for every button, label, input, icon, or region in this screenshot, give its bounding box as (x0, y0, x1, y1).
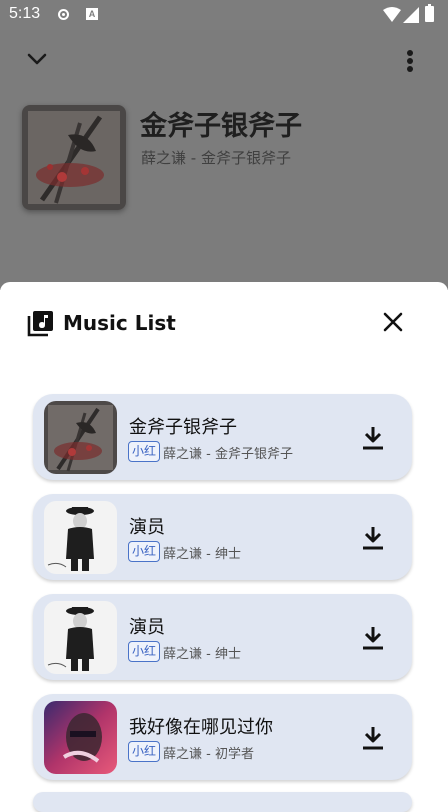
a-notification-icon: A (86, 8, 98, 20)
song-artist: 薛之谦 - 金斧子银斧子 (163, 447, 293, 462)
chevron-down-icon[interactable] (26, 50, 48, 68)
download-icon[interactable] (361, 425, 385, 451)
status-time: 5:13 (9, 5, 41, 22)
song-artist: 薛之谦 - 绅士 (163, 547, 241, 562)
song-artist: 薛之谦 - 初学者 (163, 747, 254, 762)
album-cover (22, 105, 126, 210)
song-subtitle: 薛之谦 - 金斧子银斧子 (141, 149, 291, 167)
more-vertical-icon[interactable] (403, 48, 417, 76)
song-artist: 薛之谦 - 绅士 (163, 647, 241, 662)
song-cover (44, 701, 117, 774)
source-badge: 小红 (128, 441, 161, 462)
song-list-item[interactable]: 演员 小红 薛之谦 - 绅士 (33, 594, 412, 680)
song-list-item[interactable]: 演员 小红 薛之谦 - 绅士 (33, 494, 412, 580)
download-icon[interactable] (361, 625, 385, 651)
song-cover (44, 601, 117, 674)
song-list-item[interactable]: 我好像在哪见过你 小红 薛之谦 - 初学者 (33, 694, 412, 780)
record-icon (58, 9, 69, 20)
wifi-icon (383, 7, 401, 22)
song-title: 金斧子银斧子 (140, 111, 302, 142)
song-name: 演员 (129, 517, 165, 538)
sheet-title: Music List (63, 311, 176, 335)
music-library-icon (27, 311, 53, 337)
song-name: 我好像在哪见过你 (129, 717, 273, 738)
source-badge: 小红 (128, 741, 161, 762)
signal-icon (403, 7, 419, 23)
song-list-item[interactable] (33, 792, 412, 812)
music-list-sheet: Music List 金斧子银斧子 小红 薛之谦 - 金斧子银斧子 演员 小红 … (0, 282, 448, 812)
status-bar: 5:13 A (0, 0, 448, 30)
close-icon[interactable] (381, 310, 405, 334)
battery-icon (425, 4, 434, 22)
song-name: 演员 (129, 617, 165, 638)
song-list-item[interactable]: 金斧子银斧子 小红 薛之谦 - 金斧子银斧子 (33, 394, 412, 480)
song-cover (44, 501, 117, 574)
song-cover (44, 401, 117, 474)
song-name: 金斧子银斧子 (129, 417, 237, 438)
download-icon[interactable] (361, 525, 385, 551)
download-icon[interactable] (361, 725, 385, 751)
source-badge: 小红 (128, 541, 161, 562)
source-badge: 小红 (128, 641, 161, 662)
